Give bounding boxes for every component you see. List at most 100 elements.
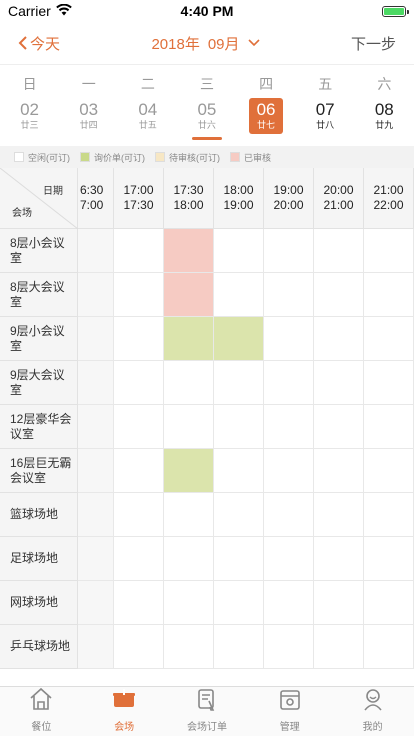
time-slot-free[interactable] bbox=[214, 625, 264, 669]
time-slot-free[interactable] bbox=[214, 537, 264, 581]
time-slot-free[interactable] bbox=[78, 625, 114, 669]
time-slot-free[interactable] bbox=[264, 361, 314, 405]
time-slot-free[interactable] bbox=[164, 405, 214, 449]
time-slot-free[interactable] bbox=[114, 625, 164, 669]
time-slot-free[interactable] bbox=[264, 537, 314, 581]
time-slot-free[interactable] bbox=[214, 273, 264, 317]
time-slot-free[interactable] bbox=[364, 449, 414, 493]
legend-item: 询价单(可订) bbox=[80, 151, 145, 164]
time-slot-free[interactable] bbox=[164, 493, 214, 537]
day-lunar: 廿六 bbox=[197, 120, 216, 130]
time-slot-free[interactable] bbox=[114, 405, 164, 449]
time-slot-free[interactable] bbox=[264, 493, 314, 537]
time-slot-free[interactable] bbox=[214, 493, 264, 537]
time-slot-free[interactable] bbox=[314, 493, 364, 537]
time-end: 20:00 bbox=[273, 198, 304, 212]
time-slot-free[interactable] bbox=[314, 273, 364, 317]
time-slot-free[interactable] bbox=[264, 449, 314, 493]
time-slot-free[interactable] bbox=[78, 361, 114, 405]
time-slot-inquiry[interactable] bbox=[214, 317, 264, 361]
day-box[interactable]: 02 廿三 bbox=[13, 98, 47, 134]
tab-venue[interactable]: 会场 bbox=[83, 687, 166, 736]
day-box[interactable]: 03 廿四 bbox=[72, 98, 106, 134]
time-slot-free[interactable] bbox=[78, 273, 114, 317]
day-06[interactable]: 四 06 廿七 bbox=[237, 65, 296, 134]
time-slot-free[interactable] bbox=[114, 361, 164, 405]
time-header: 17:00 17:30 bbox=[114, 168, 164, 229]
time-slot-free[interactable] bbox=[78, 493, 114, 537]
time-slot-free[interactable] bbox=[264, 625, 314, 669]
time-slot-free[interactable] bbox=[314, 625, 364, 669]
day-box[interactable]: 07 廿八 bbox=[308, 98, 342, 134]
time-slot-inquiry[interactable] bbox=[164, 449, 214, 493]
time-slot-free[interactable] bbox=[314, 229, 364, 273]
next-step-button[interactable]: 下一步 bbox=[351, 33, 396, 54]
day-05[interactable]: 三 05 廿六 bbox=[177, 65, 236, 134]
time-slot-free[interactable] bbox=[164, 625, 214, 669]
time-slot-free[interactable] bbox=[78, 405, 114, 449]
tab-profile[interactable]: 我的 bbox=[331, 687, 414, 736]
time-slot-free[interactable] bbox=[264, 317, 314, 361]
time-slot-free[interactable] bbox=[314, 537, 364, 581]
tab-order[interactable]: 会场订单 bbox=[166, 687, 249, 736]
time-slot-free[interactable] bbox=[314, 405, 364, 449]
time-slot-free[interactable] bbox=[78, 317, 114, 361]
time-slot-free[interactable] bbox=[78, 581, 114, 625]
venue-row-label: 12层豪华会议室 bbox=[0, 405, 78, 449]
time-slot-booked[interactable] bbox=[164, 229, 214, 273]
day-02[interactable]: 日 02 廿三 bbox=[0, 65, 59, 134]
tab-home[interactable]: 餐位 bbox=[0, 687, 83, 736]
time-slot-free[interactable] bbox=[78, 229, 114, 273]
time-slot-free[interactable] bbox=[114, 317, 164, 361]
today-button[interactable]: 今天 bbox=[18, 33, 60, 54]
day-box[interactable]: 08 廿九 bbox=[367, 98, 401, 134]
time-slot-inquiry[interactable] bbox=[164, 317, 214, 361]
time-slot-booked[interactable] bbox=[164, 273, 214, 317]
time-slot-free[interactable] bbox=[364, 625, 414, 669]
tab-manage[interactable]: 管理 bbox=[248, 687, 331, 736]
time-slot-free[interactable] bbox=[78, 537, 114, 581]
time-slot-free[interactable] bbox=[364, 273, 414, 317]
month-picker[interactable]: 2018年 09月 bbox=[151, 33, 260, 54]
time-slot-free[interactable] bbox=[164, 581, 214, 625]
time-slot-free[interactable] bbox=[164, 361, 214, 405]
day-03[interactable]: 一 03 廿四 bbox=[59, 65, 118, 134]
time-slot-free[interactable] bbox=[164, 537, 214, 581]
time-slot-free[interactable] bbox=[264, 405, 314, 449]
time-slot-free[interactable] bbox=[114, 229, 164, 273]
time-slot-free[interactable] bbox=[114, 493, 164, 537]
day-08[interactable]: 六 08 廿九 bbox=[355, 65, 414, 134]
time-slot-free[interactable] bbox=[114, 273, 164, 317]
time-slot-free[interactable] bbox=[364, 229, 414, 273]
day-07[interactable]: 五 07 廿八 bbox=[296, 65, 355, 134]
time-slot-free[interactable] bbox=[364, 405, 414, 449]
time-slot-free[interactable] bbox=[364, 581, 414, 625]
time-slot-free[interactable] bbox=[264, 273, 314, 317]
time-slot-free[interactable] bbox=[364, 537, 414, 581]
time-slot-free[interactable] bbox=[314, 449, 364, 493]
today-indicator bbox=[192, 137, 222, 140]
time-slot-free[interactable] bbox=[314, 581, 364, 625]
day-box[interactable]: 05 廿六 bbox=[190, 98, 224, 134]
time-slot-free[interactable] bbox=[214, 361, 264, 405]
time-slot-free[interactable] bbox=[314, 361, 364, 405]
time-slot-free[interactable] bbox=[214, 581, 264, 625]
time-header: 20:00 21:00 bbox=[314, 168, 364, 229]
time-slot-free[interactable] bbox=[114, 537, 164, 581]
time-slot-free[interactable] bbox=[214, 405, 264, 449]
time-slot-free[interactable] bbox=[214, 449, 264, 493]
time-slot-free[interactable] bbox=[264, 229, 314, 273]
day-04[interactable]: 二 04 廿五 bbox=[118, 65, 177, 134]
time-slot-free[interactable] bbox=[364, 493, 414, 537]
time-slot-free[interactable] bbox=[264, 581, 314, 625]
time-slot-free[interactable] bbox=[314, 317, 364, 361]
time-slot-free[interactable] bbox=[114, 581, 164, 625]
time-slot-free[interactable] bbox=[364, 361, 414, 405]
time-slot-free[interactable] bbox=[364, 317, 414, 361]
time-slot-free[interactable] bbox=[114, 449, 164, 493]
day-box[interactable]: 06 廿七 bbox=[249, 98, 284, 134]
day-name: 六 bbox=[377, 76, 392, 92]
time-slot-free[interactable] bbox=[78, 449, 114, 493]
day-box[interactable]: 04 廿五 bbox=[131, 98, 165, 134]
time-slot-free[interactable] bbox=[214, 229, 264, 273]
